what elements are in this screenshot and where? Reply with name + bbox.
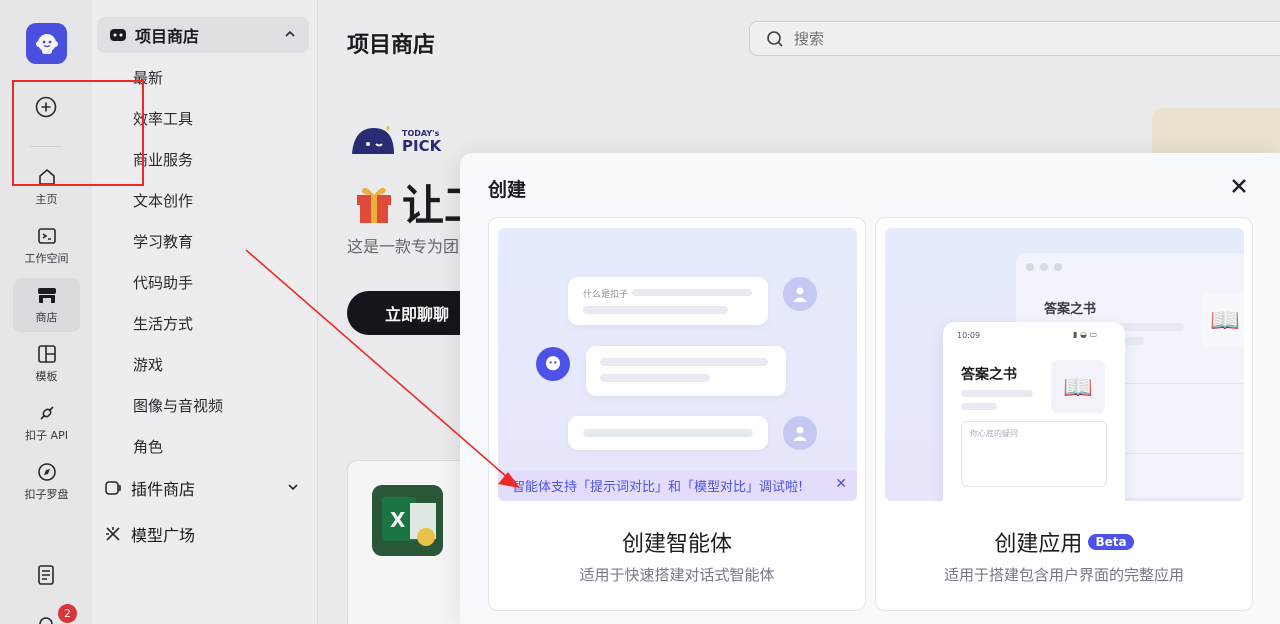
chat-bubble-question: 什么是扣子: [568, 277, 768, 325]
debug-notice-text: 智能体支持「提示词对比」和「模型对比」调试啦!: [512, 480, 804, 495]
annotation-highlight-box: [12, 80, 144, 186]
create-app-label: 创建应用: [994, 532, 1083, 557]
book-icon: 📖: [1202, 293, 1244, 347]
phone-time: 10:09: [957, 331, 981, 340]
close-button[interactable]: [1229, 176, 1249, 196]
phone-status-icons: ▮ ◒ ▭: [1073, 330, 1098, 339]
window-title-text: 答案之书: [1044, 302, 1097, 317]
phone-mock: 10:09 ▮ ◒ ▭ 答案之书 📖 你心底的疑问: [943, 322, 1125, 501]
create-agent-title: 创建智能体: [489, 526, 865, 558]
chat-bubble-question-2: [568, 416, 768, 450]
modal-title: 创建: [488, 179, 527, 201]
create-modal: 创建 什么是扣子 智能体支持「提示词对比」和「模型对比」调试啦! ✕ 创建智能体…: [460, 153, 1280, 624]
phone-title: 答案之书: [961, 367, 1017, 383]
app-illustration: 答案之书 📖 10:09 ▮ ◒ ▭ 答案之书 📖 你心底的疑问: [885, 228, 1244, 501]
create-agent-option[interactable]: 什么是扣子 智能体支持「提示词对比」和「模型对比」调试啦! ✕ 创建智能体 适用…: [488, 217, 866, 611]
create-app-option[interactable]: 答案之书 📖 10:09 ▮ ◒ ▭ 答案之书 📖 你心底的疑问 创建应用 Be…: [875, 217, 1253, 611]
notice-close-icon[interactable]: ✕: [835, 476, 847, 492]
user-avatar-icon: [783, 416, 817, 450]
chat-bubble-answer: [586, 346, 786, 396]
create-agent-desc: 适用于快速搭建对话式智能体: [579, 566, 775, 584]
beta-badge: Beta: [1088, 534, 1134, 550]
chat-question-text: 什么是扣子: [583, 290, 629, 300]
book-icon: 📖: [1051, 360, 1105, 414]
close-icon: [1232, 179, 1246, 193]
create-app-title: 创建应用 Beta: [876, 526, 1252, 558]
debug-notice-bar: 智能体支持「提示词对比」和「模型对比」调试啦! ✕: [498, 470, 857, 501]
agent-illustration: 什么是扣子 智能体支持「提示词对比」和「模型对比」调试啦! ✕: [498, 228, 857, 501]
user-avatar-icon: [783, 277, 817, 311]
create-app-desc: 适用于搭建包含用户界面的完整应用: [943, 566, 1184, 584]
bot-avatar-icon: [536, 347, 570, 381]
question-textbox: 你心底的疑问: [961, 421, 1107, 487]
create-agent-label: 创建智能体: [621, 532, 732, 557]
